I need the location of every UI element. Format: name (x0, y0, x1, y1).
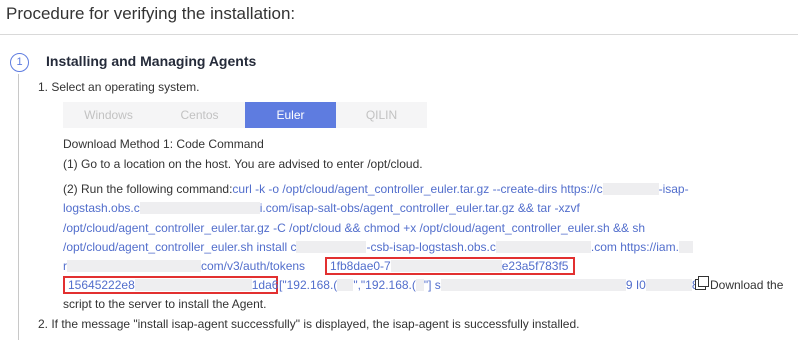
redacted-area (602, 183, 659, 195)
command-prefix: (2) Run the following command: (63, 182, 233, 196)
step-rail (18, 74, 19, 340)
tab-windows[interactable]: Windows (63, 102, 154, 128)
command-text: -isap- (658, 182, 689, 196)
redacted-area (139, 202, 260, 214)
page-title: Procedure for verifying the installation… (6, 4, 296, 23)
redacted-area (337, 279, 354, 291)
command-text: curl -k -o /opt/cloud/agent_controller_e… (232, 182, 603, 196)
step-number: 1 (10, 53, 29, 72)
command-line-2: logstash.obs.c i.com/isap-salt-obs/agent_… (63, 201, 580, 215)
command-text: i.com/isap-salt-obs/agent_controller_eul… (259, 201, 580, 215)
token-text: 1da6 (251, 278, 279, 292)
token-highlight-box: 15645222e8 1da6 (63, 276, 278, 294)
tab-qilin[interactable]: QILIN (336, 102, 427, 128)
command-text: 9 I0 (625, 278, 646, 292)
command-text: /opt/cloud/agent_controller_euler.sh ins… (63, 240, 297, 254)
redacted-area (495, 241, 591, 253)
copy-icon (695, 276, 709, 290)
redacted-area (678, 241, 693, 253)
command-line-7: script to the server to install the Agen… (63, 297, 267, 311)
step-go-text: (1) Go to a location on the host. You ar… (63, 157, 423, 171)
command-text: com/v3/auth/tokens (201, 259, 306, 273)
command-text: -csb-isap-logstash.obs.c (366, 240, 496, 254)
token-text: e23a5f783f5 (501, 259, 569, 273)
os-tabs: Windows Centos Euler QILIN (63, 102, 427, 128)
token-highlight-box: 1fb8dae0-7 e23a5f783f5 (325, 257, 575, 275)
command-text: "] s (423, 278, 441, 292)
redacted-area (296, 241, 367, 253)
method-title: Download Method 1: Code Command (63, 137, 264, 151)
command-line-4: /opt/cloud/agent_controller_euler.sh ins… (63, 240, 693, 254)
command-text: .com https://iam. (590, 240, 679, 254)
command-line-5: r com/v3/auth/tokens (63, 259, 305, 273)
command-line-3: /opt/cloud/agent_controller_euler.tar.gz… (63, 221, 646, 235)
redacted-area (67, 260, 201, 272)
token-text: 1fb8dae0-7 (330, 259, 391, 273)
command-line-6: ["192.168.(","192.168.("] s9 I08 (279, 278, 699, 292)
redacted-area (415, 279, 424, 291)
command-text: logstash.obs.c (63, 201, 140, 215)
tab-centos[interactable]: Centos (154, 102, 245, 128)
command-line-1: (2) Run the following command:curl -k -o… (63, 182, 689, 196)
redacted-area (440, 279, 626, 291)
download-label: Download the (710, 278, 784, 292)
select-os-label: 1. Select an operating system. (38, 80, 200, 94)
final-step-text: 2. If the message "install isap-agent su… (38, 317, 580, 331)
command-text: ","192.168.( (353, 278, 416, 292)
title-divider (0, 34, 798, 35)
redacted-area (645, 279, 692, 291)
token-text: 15645222e8 (68, 278, 135, 292)
redacted-area (390, 260, 502, 272)
tab-euler[interactable]: Euler (245, 102, 336, 128)
step-title: Installing and Managing Agents (46, 53, 257, 69)
command-text: ["192.168.( (279, 278, 338, 292)
redacted-area (134, 279, 252, 291)
download-script-link[interactable]: Download the (695, 276, 784, 292)
